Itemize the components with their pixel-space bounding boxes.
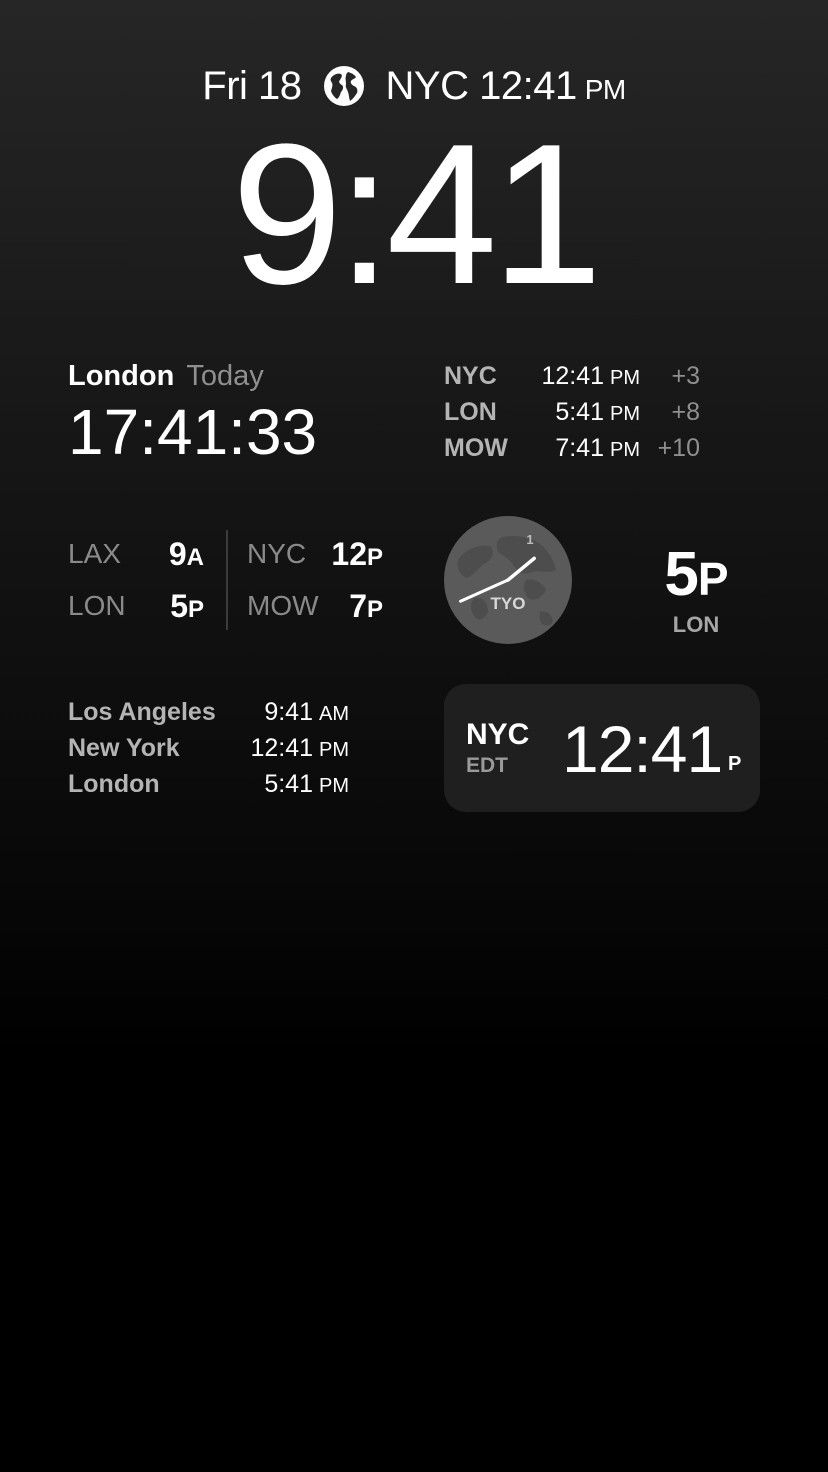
offset-time: 5:41 PM [555,394,640,432]
nyc-card-widget[interactable]: NYC EDT 12:41 P [444,684,760,812]
grid-city-code: LAX [68,538,121,569]
single-city-hour-value: 5 [664,540,698,609]
header-city-time: NYC 12:41 [385,63,578,108]
offset-city-code: NYC [444,362,497,390]
offset-time: 7:41 PM [555,430,640,468]
analog-city-label: TYO [491,594,526,613]
world-clock-row: Los Angeles 9:41 AM [68,694,358,730]
london-city-label: London [68,360,175,392]
globe-icon [323,66,364,106]
offset-row: MOW 7:41 PM +10 [444,430,744,466]
offset-time-value: 12:41 [541,362,604,390]
world-clock-row: New York 12:41 PM [68,730,358,766]
offset-delta: +3 [671,362,700,390]
single-city-hour-suffix: P [697,553,729,605]
offset-delta: +10 [657,434,700,462]
grid-hour-value: 12 [331,536,367,572]
grid-cell: LON 5P [68,580,204,632]
world-city-name: Los Angeles [68,698,216,726]
offset-delta: +8 [671,398,700,426]
offset-row: LON 5:41 PM +8 [444,394,744,430]
city-grid-widget[interactable]: LAX 9A LON 5P NYC 12P MOW 7P [68,528,388,632]
grid-hour-value: 5 [170,588,188,624]
world-ampm: PM [319,739,349,761]
single-city-hour: 5P [636,540,756,614]
grid-hour-suffix: P [366,544,383,571]
world-city-name: New York [68,734,180,762]
grid-cell: NYC 12P [247,528,383,580]
grid-hour-suffix: A [186,544,204,571]
world-city-time: 5:41 PM [264,766,349,804]
world-ampm: PM [319,775,349,797]
single-city-widget[interactable]: 5P LON [636,540,756,636]
grid-hour-value: 9 [168,536,187,572]
grid-cell: MOW 7P [247,580,383,632]
card-time: 12:41 [562,712,723,786]
grid-city-code: MOW [247,590,319,621]
world-time-value: 5:41 [264,770,313,798]
single-city-label: LON [672,612,720,637]
offsets-widget[interactable]: NYC 12:41 PM +3 LON 5:41 PM +8 MOW 7:41 PM … [444,358,744,470]
grid-city-code: LON [68,590,126,621]
world-city-time: 9:41 AM [264,694,349,732]
world-city-name: London [68,770,160,798]
world-clock-list-widget[interactable]: Los Angeles 9:41 AM New York 12:41 PM Lond… [68,694,358,804]
world-ampm: AM [319,703,349,725]
grid-hour-suffix: P [187,596,204,623]
world-time-value: 12:41 [250,734,313,762]
date-label: Fri 18 [202,63,302,108]
london-time: 17:41:33 [68,396,318,468]
offset-time-value: 5:41 [555,398,604,426]
london-header: London Today [68,356,408,396]
offset-row: NYC 12:41 PM +3 [444,358,744,394]
grid-hour: 7P [349,580,383,636]
lock-screen-clock[interactable]: 9:41 [0,110,828,320]
clock-marker: 1 [526,532,533,547]
offset-time-value: 7:41 [555,434,604,462]
grid-city-code: NYC [247,538,307,569]
grid-hour-value: 7 [349,588,367,624]
analog-clock-widget[interactable]: 1 TYO [444,516,572,644]
world-city-time: 12:41 PM [250,730,349,768]
offset-city-code: LON [444,398,497,426]
grid-hour-suffix: P [366,596,383,623]
london-widget[interactable]: London Today 17:41:33 [68,356,408,468]
header-ampm: PM [584,74,627,105]
world-time-value: 9:41 [264,698,313,726]
offset-time: 12:41 PM [541,358,640,396]
offset-ampm: PM [610,367,640,389]
grid-divider [226,530,228,630]
grid-hour: 9A [169,528,204,584]
world-clock-row: London 5:41 PM [68,766,358,802]
grid-cell: LAX 9A [68,528,204,580]
analog-clock-face: 1 TYO [444,516,572,644]
card-time-suffix: P [728,753,742,775]
grid-hour: 5P [170,580,204,636]
card-city-code: NYC [466,718,530,751]
grid-hour: 12P [331,528,383,584]
london-day-label: Today [186,360,264,392]
offset-city-code: MOW [444,434,508,462]
offset-ampm: PM [610,403,640,425]
card-timezone: EDT [466,754,508,777]
offset-ampm: PM [610,439,640,461]
